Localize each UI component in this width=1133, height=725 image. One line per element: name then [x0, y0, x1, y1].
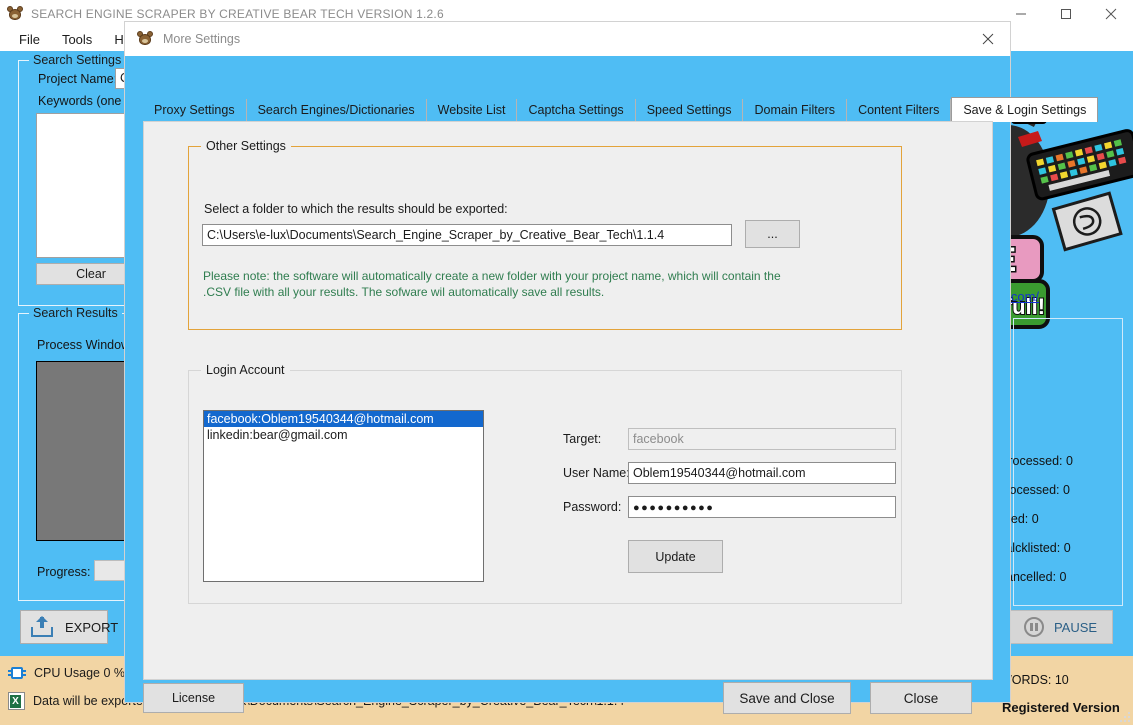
- target-value: facebook: [633, 432, 684, 446]
- close-button-label: Close: [904, 691, 939, 706]
- tab-label: Captcha Settings: [528, 103, 623, 117]
- username-label: User Name:: [563, 466, 630, 480]
- update-account-button[interactable]: Update: [628, 540, 723, 573]
- username-value: Oblem19540344@hotmail.com: [633, 466, 806, 480]
- update-account-label: Update: [655, 550, 695, 564]
- export-folder-value: C:\Users\e-lux\Documents\Search_Engine_S…: [207, 228, 664, 242]
- tab-label: Website List: [438, 103, 506, 117]
- search-settings-label: Search Settings: [29, 53, 125, 67]
- target-input: facebook: [628, 428, 896, 450]
- dialog-body: Proxy Settings Search Engines/Dictionari…: [125, 56, 1010, 702]
- maximize-icon[interactable]: [1043, 0, 1088, 27]
- close-icon[interactable]: [965, 22, 1010, 56]
- tab-label: Save & Login Settings: [963, 103, 1086, 117]
- close-icon[interactable]: [1088, 0, 1133, 27]
- login-accounts-list[interactable]: facebook:Oblem19540344@hotmail.com linke…: [203, 410, 484, 582]
- tab-label: Search Engines/Dictionaries: [258, 103, 415, 117]
- save-and-close-button[interactable]: Save and Close: [723, 682, 851, 714]
- registered-version-text: Registered Version: [1002, 700, 1120, 715]
- export-folder-note-line2: .CSV file with all your results. The sof…: [203, 284, 843, 300]
- upload-icon: [31, 616, 53, 638]
- menu-item-file[interactable]: File: [8, 29, 51, 50]
- browse-folder-label: ...: [767, 227, 777, 241]
- tab-speed-settings[interactable]: Speed Settings: [636, 99, 744, 121]
- export-folder-note-line1: Please note: the software will automatic…: [203, 268, 843, 284]
- menu-item-tools[interactable]: Tools: [51, 29, 103, 50]
- tab-label: Proxy Settings: [154, 103, 235, 117]
- clear-button-label: Clear: [76, 267, 106, 281]
- resize-grip[interactable]: [1118, 710, 1130, 722]
- password-input[interactable]: ●●●●●●●●●●: [628, 496, 896, 518]
- pause-button[interactable]: PAUSE: [1008, 610, 1113, 644]
- progress-label: Progress:: [37, 565, 91, 579]
- license-button[interactable]: License: [143, 683, 244, 713]
- dialog-title: More Settings: [163, 32, 240, 46]
- export-folder-label: Select a folder to which the results sho…: [204, 202, 508, 216]
- pause-button-label: PAUSE: [1054, 620, 1097, 635]
- pause-icon: [1024, 617, 1044, 637]
- cpu-icon: [8, 665, 26, 681]
- tab-website-list[interactable]: Website List: [427, 99, 518, 121]
- export-button[interactable]: EXPORT: [20, 610, 108, 644]
- keywords-count-text: WORDS: 10: [1000, 673, 1069, 687]
- username-input[interactable]: Oblem19540344@hotmail.com: [628, 462, 896, 484]
- dialog-titlebar: More Settings: [125, 22, 1010, 56]
- project-name-label: Project Name:: [38, 72, 117, 86]
- password-label: Password:: [563, 500, 621, 514]
- settings-tabpanel: Proxy Settings Search Engines/Dictionari…: [143, 97, 993, 680]
- list-item[interactable]: facebook:Oblem19540344@hotmail.com: [204, 411, 483, 427]
- process-window-label: Process Window: [37, 338, 130, 352]
- other-settings-label: Other Settings: [201, 139, 291, 153]
- target-label: Target:: [563, 432, 601, 446]
- close-button[interactable]: Close: [870, 682, 972, 714]
- process-window-output: [36, 361, 128, 541]
- search-results-label: Search Results: [29, 306, 122, 320]
- tab-label: Domain Filters: [754, 103, 835, 117]
- list-item-label: facebook:Oblem19540344@hotmail.com: [207, 412, 434, 426]
- tab-save-login-settings[interactable]: Save & Login Settings: [951, 97, 1098, 122]
- tabstrip: Proxy Settings Search Engines/Dictionari…: [143, 97, 1098, 121]
- tab-content-save-login-settings: Other Settings Select a folder to which …: [143, 121, 993, 680]
- stat-processed-1: Processed: 0: [1000, 454, 1073, 468]
- browse-folder-button[interactable]: ...: [745, 220, 800, 248]
- list-item-label: linkedin:bear@gmail.com: [207, 428, 348, 442]
- tab-search-engines-dictionaries[interactable]: Search Engines/Dictionaries: [247, 99, 427, 121]
- export-button-label: EXPORT: [65, 620, 118, 635]
- cpu-usage-row: CPU Usage 0 %: [8, 665, 125, 681]
- tab-proxy-settings[interactable]: Proxy Settings: [143, 99, 247, 121]
- tab-captcha-settings[interactable]: Captcha Settings: [517, 99, 635, 121]
- tab-content-filters[interactable]: Content Filters: [847, 99, 951, 121]
- cpu-usage-text: CPU Usage 0 %: [34, 666, 125, 680]
- main-window-title: SEARCH ENGINE SCRAPER BY CREATIVE BEAR T…: [31, 7, 444, 21]
- bear-icon: [7, 6, 23, 22]
- login-account-label: Login Account: [201, 363, 290, 377]
- export-folder-input[interactable]: C:\Users\e-lux\Documents\Search_Engine_S…: [202, 224, 732, 246]
- keywords-label: Keywords (one pe: [38, 94, 139, 108]
- tab-label: Speed Settings: [647, 103, 732, 117]
- password-value: ●●●●●●●●●●: [633, 502, 714, 514]
- tab-domain-filters[interactable]: Domain Filters: [743, 99, 847, 121]
- export-folder-note: Please note: the software will automatic…: [203, 268, 843, 300]
- bear-icon: [137, 31, 153, 47]
- tab-label: Content Filters: [858, 103, 939, 117]
- more-settings-dialog: More Settings Proxy Settings Search Engi…: [125, 22, 1010, 702]
- window-controls: [998, 0, 1133, 27]
- license-button-label: License: [172, 691, 215, 705]
- excel-icon: X: [8, 692, 25, 710]
- save-and-close-label: Save and Close: [739, 691, 834, 706]
- list-item[interactable]: linkedin:bear@gmail.com: [204, 427, 483, 443]
